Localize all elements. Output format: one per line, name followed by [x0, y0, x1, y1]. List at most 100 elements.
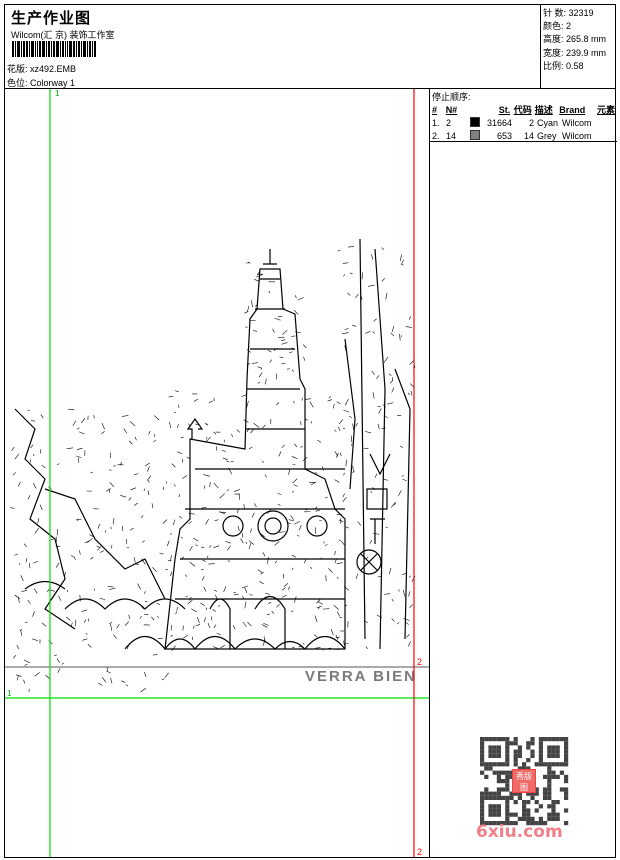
stitch: [390, 332, 394, 337]
stitch: [159, 552, 164, 555]
stat-value: 32319: [568, 8, 594, 18]
qr-module: [480, 795, 485, 800]
stat-label: 比例:: [543, 60, 564, 71]
qr-module: [564, 762, 569, 767]
barcode-bar: [83, 41, 86, 57]
stitch: [262, 460, 264, 463]
stitch: [186, 456, 190, 459]
qr-module: [480, 758, 485, 763]
stitch: [112, 517, 115, 525]
qr-module: [480, 745, 485, 750]
qr-module: [530, 795, 535, 800]
stitch: [328, 568, 333, 573]
qr-module: [496, 762, 501, 767]
stitch: [396, 622, 400, 625]
qr-module: [547, 787, 552, 792]
stitch: [219, 493, 225, 499]
guide-label: 2: [417, 657, 422, 667]
qr-module: [480, 741, 485, 746]
stitch: [203, 617, 206, 622]
qr-module: [505, 808, 510, 813]
qr-module: [496, 808, 501, 813]
qr-module: [484, 787, 489, 792]
design-label: 花版:: [7, 64, 28, 74]
stitch: [253, 330, 258, 332]
company-name: Wilcom(汇 京) 装饰工作室: [11, 30, 115, 40]
stitch: [343, 409, 350, 413]
stitch: [129, 421, 136, 427]
row-brand: Wilcom: [562, 130, 592, 141]
stitch: [78, 550, 81, 555]
stitch: [140, 687, 146, 693]
stitch: [191, 608, 197, 613]
qr-module: [480, 808, 485, 813]
stitch: [180, 436, 184, 439]
stitch: [352, 423, 354, 430]
stitch: [11, 446, 15, 451]
stitch: [87, 538, 93, 543]
qr-module: [488, 791, 493, 796]
stitch: [56, 463, 60, 465]
stitch: [272, 328, 275, 333]
stitch: [201, 576, 205, 581]
qr-module: [484, 737, 489, 742]
qr-module: [505, 758, 510, 763]
table-row: 1. 2 31664 2 Cyan Wilcom: [432, 116, 615, 129]
qr-module: [543, 787, 548, 792]
qr-module: [480, 770, 485, 775]
stitch: [371, 254, 374, 260]
stitch: [133, 557, 136, 563]
stitch: [209, 482, 211, 488]
stitch: [188, 521, 192, 525]
qr-module: [505, 787, 510, 792]
qr-module: [551, 770, 556, 775]
stitch: [269, 359, 272, 363]
stitch: [325, 496, 328, 499]
stitch: [128, 614, 131, 620]
stitch: [276, 603, 280, 608]
stitch: [113, 465, 116, 467]
stitch: [171, 645, 176, 652]
stitch: [357, 521, 362, 526]
qr-module: [522, 816, 527, 821]
stitch: [288, 519, 295, 522]
qr-module: [492, 795, 497, 800]
stitch: [337, 611, 340, 617]
qr-module: [492, 749, 497, 754]
row-needle: 14: [446, 130, 457, 141]
stitch: [54, 654, 58, 657]
stitch: [293, 596, 297, 603]
row-brand: Wilcom: [562, 117, 592, 128]
col-brand: Brand: [559, 104, 586, 115]
qr-module: [484, 762, 489, 767]
qr-module: [505, 741, 510, 746]
stitch: [23, 679, 25, 684]
qr-module: [547, 779, 552, 784]
stitch: [173, 484, 176, 487]
cathedral-artwork: [14, 238, 411, 650]
stitch: [153, 439, 157, 443]
stitch: [317, 601, 323, 605]
stitch: [151, 616, 155, 621]
colorway-label: 色位:: [7, 78, 28, 88]
stitch: [335, 636, 340, 639]
qr-module: [492, 812, 497, 817]
stitch: [34, 527, 39, 534]
stitch: [289, 351, 293, 353]
qr-module: [492, 737, 497, 742]
stitch: [72, 420, 77, 427]
stitch: [85, 632, 88, 635]
stat-height: 高度: 265.8 mm: [543, 32, 616, 45]
qr-module: [501, 770, 506, 775]
stitch: [327, 399, 332, 402]
barcode-bar: [65, 41, 66, 57]
stitch: [148, 430, 151, 435]
qr-module: [522, 808, 527, 813]
qr-module: [488, 749, 493, 754]
stitch: [182, 475, 188, 479]
stitch: [402, 478, 407, 482]
stitch: [66, 616, 71, 621]
design-canvas: VERRA BIEN 1 1 2 2: [5, 89, 429, 857]
stitch: [406, 633, 410, 638]
stitch: [271, 610, 275, 614]
